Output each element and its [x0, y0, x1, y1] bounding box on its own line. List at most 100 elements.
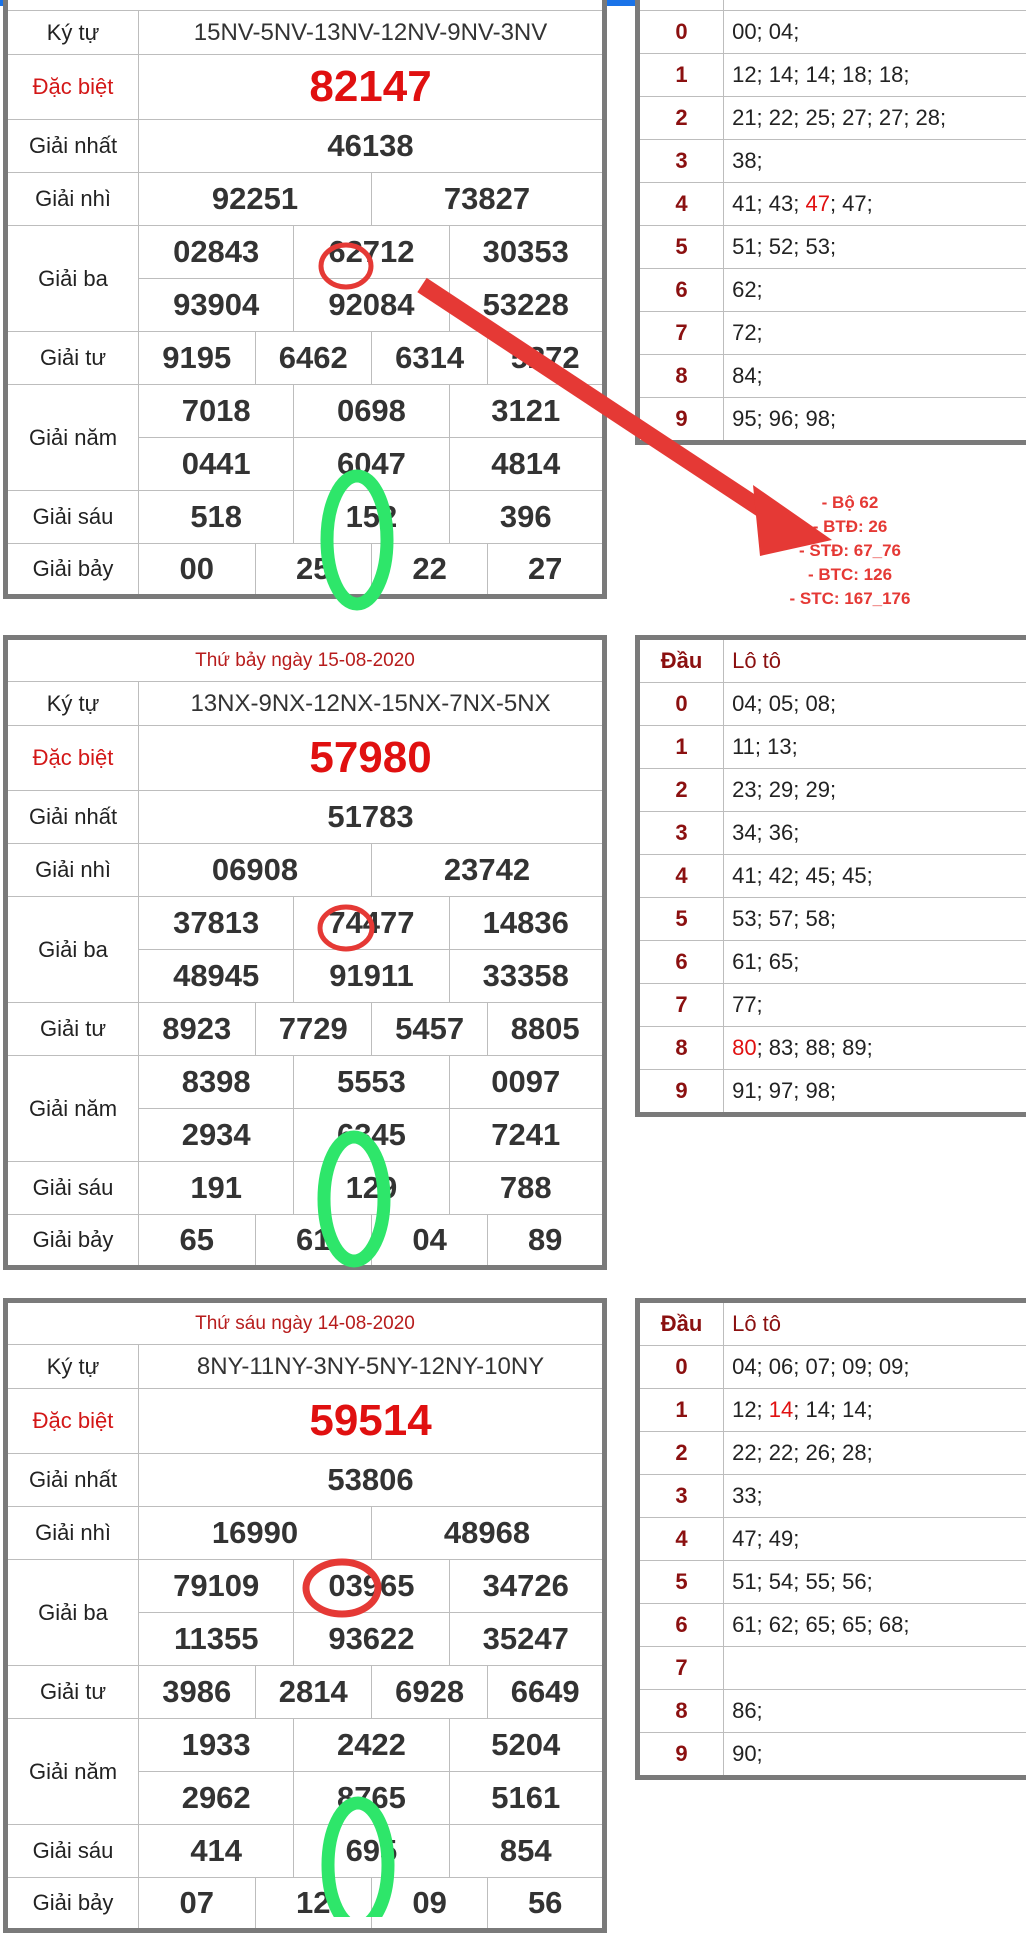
- loto-row: 1 11; 13;: [638, 726, 1026, 769]
- second-prize-number: 48968: [371, 1507, 604, 1560]
- second-prize-number: 16990: [139, 1507, 372, 1560]
- label-giai-nhi: Giải nhì: [6, 844, 139, 897]
- fifth-prize-number: 7018: [139, 385, 294, 438]
- label-giai-nhi: Giải nhì: [6, 1507, 139, 1560]
- loto-head-digit: 5: [638, 1561, 724, 1604]
- loto-head-digit: 5: [638, 898, 724, 941]
- loto-head-digit: 9: [638, 1070, 724, 1115]
- loto-value: 53; 57; 58;: [732, 906, 836, 931]
- loto-head-digit: 6: [638, 941, 724, 984]
- label-giai-nam: Giải năm: [6, 1056, 139, 1162]
- annotation-line: - STĐ: 67_76: [760, 539, 940, 563]
- seventh-prize-number: 61: [255, 1215, 371, 1268]
- third-prize-number: 62712: [294, 226, 449, 279]
- fourth-prize-number: 2814: [255, 1666, 371, 1719]
- loto-value: 84;: [732, 363, 763, 388]
- loto-head-digit: 4: [638, 1518, 724, 1561]
- loto-header-dau: Đầu: [638, 638, 724, 683]
- loto-value: 11; 13;: [732, 734, 798, 759]
- loto-value: ; 83; 88; 89;: [757, 1035, 873, 1060]
- loto-values: 61; 62; 65; 65; 68;: [724, 1604, 1026, 1647]
- loto-row: 222; 22; 26; 28;: [638, 1432, 1026, 1475]
- loto-header-dau: Đầu: [638, 1301, 724, 1346]
- label-giai-nhat: Giải nhất: [6, 791, 139, 844]
- seventh-prize-number: 09: [371, 1878, 487, 1931]
- third-prize-number: 48945: [139, 950, 294, 1003]
- loto-values: 41; 42; 45; 45;: [724, 855, 1026, 898]
- label-dac-biet: Đặc biệt: [6, 726, 139, 791]
- loto-values: 11; 13;: [724, 726, 1026, 769]
- loto-row: 661; 62; 65; 65; 68;: [638, 1604, 1026, 1647]
- fifth-prize-number: 8398: [139, 1056, 294, 1109]
- loto-header-cut: [724, 0, 1026, 11]
- loto-row: 7: [638, 1647, 1026, 1690]
- loto-values: 22; 22; 26; 28;: [724, 1432, 1026, 1475]
- loto-head-digit: 9: [638, 398, 724, 443]
- third-prize-number: 14836: [449, 897, 604, 950]
- loto-row: 221; 22; 25; 27; 27; 28;: [638, 97, 1026, 140]
- loto-head-digit: 3: [638, 140, 724, 183]
- annotation-line: - BTĐ: 26: [760, 515, 940, 539]
- loto-value: 51; 54; 55; 56;: [732, 1569, 873, 1594]
- loto-head-digit: 3: [638, 1475, 724, 1518]
- draw-code: 13NX-9NX-12NX-15NX-7NX-5NX: [139, 682, 605, 726]
- third-prize-number: 03965: [294, 1560, 449, 1613]
- second-prize-number: 06908: [139, 844, 372, 897]
- label-giai-tu: Giải tư: [6, 332, 139, 385]
- first-prize-number: 51783: [139, 791, 605, 844]
- special-prize-number: 59514: [139, 1389, 605, 1454]
- first-prize-number: 53806: [139, 1454, 605, 1507]
- label-giai-nhi: Giải nhì: [6, 173, 139, 226]
- loto-head-digit: 4: [638, 855, 724, 898]
- fifth-prize-number: 1933: [139, 1719, 294, 1772]
- seventh-prize-number: 65: [139, 1215, 255, 1268]
- loto-table: 000; 04;112; 14; 14; 18; 18;221; 22; 25;…: [635, 0, 1026, 445]
- loto-row: 661; 65;: [638, 941, 1026, 984]
- loto-value: 04; 06; 07; 09; 09;: [732, 1354, 909, 1379]
- loto-head-digit: 7: [638, 312, 724, 355]
- loto-row: 662;: [638, 269, 1026, 312]
- label-giai-tu: Giải tư: [6, 1003, 139, 1056]
- loto-values: 84;: [724, 355, 1026, 398]
- loto-head-digit: 1: [638, 1389, 724, 1432]
- label-giai-tu: Giải tư: [6, 1666, 139, 1719]
- fifth-prize-number: 6047: [294, 438, 449, 491]
- loto-values: 04; 05; 08;: [724, 683, 1026, 726]
- loto-row: 334; 36;: [638, 812, 1026, 855]
- loto-head-digit: 1: [638, 726, 724, 769]
- loto-value: 77;: [732, 992, 763, 1017]
- loto-head-digit: 0: [638, 683, 724, 726]
- loto-value: 90;: [732, 1741, 763, 1766]
- loto-head-digit: 2: [638, 97, 724, 140]
- loto-values: 47; 49;: [724, 1518, 1026, 1561]
- fifth-prize-number: 5553: [294, 1056, 449, 1109]
- label-giai-bay: Giải bảy: [6, 1215, 139, 1268]
- seventh-prize-number: 12: [255, 1878, 371, 1931]
- fourth-prize-number: 5457: [371, 1003, 487, 1056]
- loto-values: 38;: [724, 140, 1026, 183]
- loto-header-cut: [638, 0, 724, 11]
- sixth-prize-number: 414: [139, 1825, 294, 1878]
- second-prize-number: 73827: [371, 173, 604, 226]
- annotation-note: - Bộ 62 - BTĐ: 26 - STĐ: 67_76 - BTC: 12…: [760, 491, 940, 611]
- sixth-prize-number: 854: [449, 1825, 604, 1878]
- loto-value: ; 14; 14;: [793, 1397, 873, 1422]
- fourth-prize-number: 8923: [139, 1003, 255, 1056]
- loto-value: 86;: [732, 1698, 763, 1723]
- loto-head-digit: 4: [638, 183, 724, 226]
- loto-values: 00; 04;: [724, 11, 1026, 54]
- loto-row: 995; 96; 98;: [638, 398, 1026, 443]
- special-prize-number: 57980: [139, 726, 605, 791]
- loto-head-digit: 1: [638, 54, 724, 97]
- label-dac-biet: Đặc biệt: [6, 55, 139, 120]
- fifth-prize-number: 4814: [449, 438, 604, 491]
- third-prize-number: 92084: [294, 279, 449, 332]
- draw-date: Thứ bảy ngày 15-08-2020: [6, 638, 605, 682]
- label-dac-biet: Đặc biệt: [6, 1389, 139, 1454]
- loto-values: 72;: [724, 312, 1026, 355]
- loto-value: 51; 52; 53;: [732, 234, 836, 259]
- loto-head-digit: 6: [638, 1604, 724, 1647]
- loto-row: 004; 05; 08;: [638, 683, 1026, 726]
- label-giai-nhat: Giải nhất: [6, 120, 139, 173]
- loto-value: 34; 36;: [732, 820, 799, 845]
